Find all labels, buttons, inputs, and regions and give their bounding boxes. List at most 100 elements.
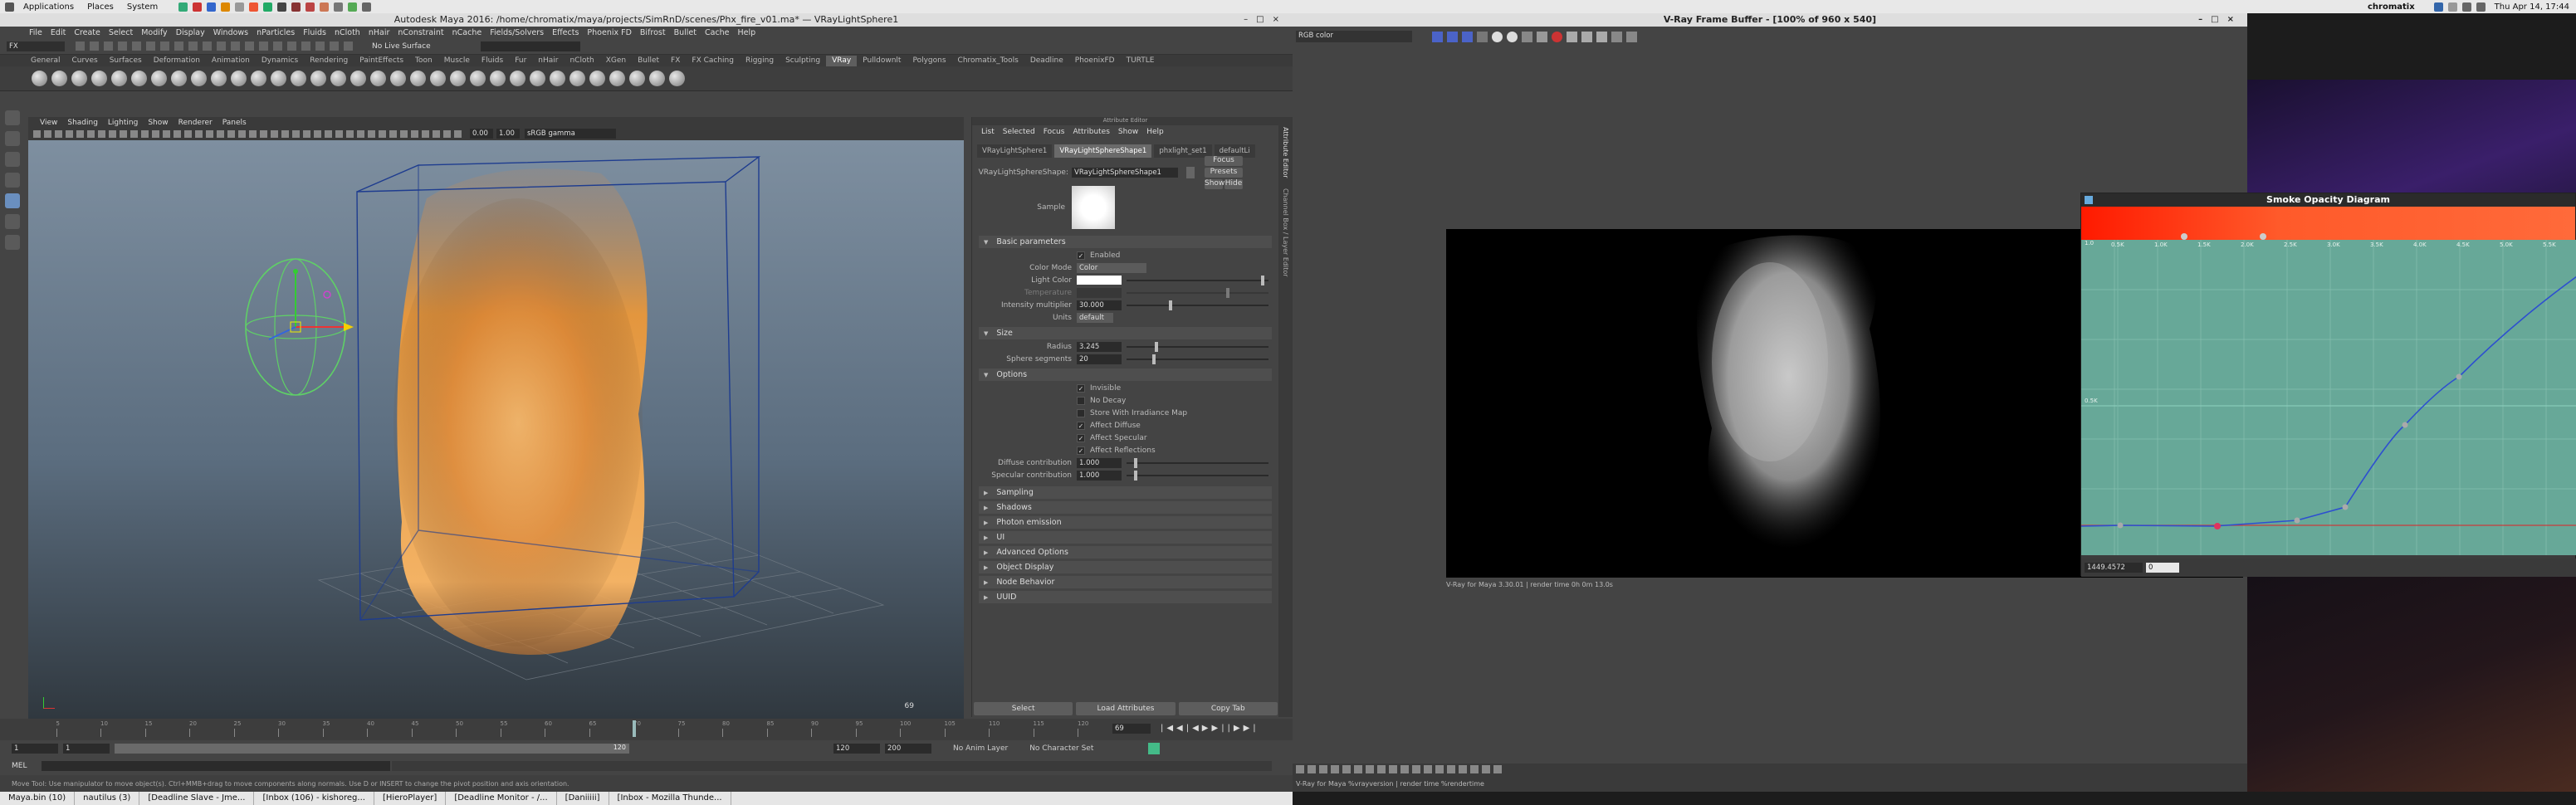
ae-tab[interactable]: phxlight_set1 [1154,144,1212,158]
section-uuid[interactable]: UUID [979,591,1272,603]
shelf-tab-polygons[interactable]: Polygons [907,56,951,66]
vray-bottom-icons[interactable] [1296,765,1502,773]
x-coordinate-field[interactable]: 1449.4572 [2085,563,2143,573]
shelf-tab-bullet[interactable]: Bullet [632,56,665,66]
options-section[interactable]: Options [979,368,1272,381]
option-checkbox[interactable] [1077,396,1085,405]
section-sampling[interactable]: Sampling [979,486,1272,499]
diffuse-slider[interactable] [1127,457,1268,468]
end-frame-field[interactable]: 200 [885,744,931,754]
temperature-field[interactable] [1077,287,1122,298]
places-menu[interactable]: Places [81,2,120,12]
range-start-field[interactable]: 1 [63,744,110,754]
shelf-tab-general[interactable]: General [25,56,66,66]
menu-effects[interactable]: Effects [548,28,583,37]
intensity-field[interactable]: 30.000 [1077,300,1122,310]
section-shadows[interactable]: Shadows [979,501,1272,514]
anim-layer-dropdown[interactable]: No Anim Layer [953,744,1008,753]
taskbar-item[interactable]: [Inbox - Mozilla Thunde... [609,792,731,805]
launcher-icon[interactable] [320,2,330,12]
live-surface-label[interactable]: No Live Surface [372,42,431,51]
menu-create[interactable]: Create [70,28,105,37]
ae-menu-focus[interactable]: Focus [1039,128,1069,136]
menu-ncloth[interactable]: nCloth [330,28,364,37]
viewport-menu-shading[interactable]: Shading [62,119,103,127]
menu-nparticles[interactable]: nParticles [252,28,299,37]
shelf-tab-nhair[interactable]: nHair [532,56,564,66]
enabled-checkbox[interactable]: ✓ [1077,251,1085,260]
ae-tab[interactable]: VRayLightSphereShape1 [1054,144,1152,158]
user-name[interactable]: chromatix [2368,2,2415,12]
ae-menu-attributes[interactable]: Attributes [1068,128,1113,136]
taskbar-item[interactable]: [Deadline Monitor - /... [446,792,557,805]
gradient-handle[interactable] [2260,233,2266,240]
key-icon[interactable] [1148,743,1161,754]
window-controls[interactable]: –□× [1244,13,1288,27]
vray-toolbar-icons[interactable] [1432,31,1637,42]
temperature-slider[interactable] [1127,287,1268,298]
intensity-slider[interactable] [1127,300,1268,310]
copy-tab-button[interactable]: Copy Tab [1178,702,1278,715]
radius-field[interactable]: 3.245 [1077,341,1122,352]
show-button[interactable]: Show [1205,179,1224,189]
section-ui[interactable]: UI [979,531,1272,544]
mel-input[interactable] [42,761,390,771]
shelf-tab-surfaces[interactable]: Surfaces [104,56,148,66]
presets-button[interactable]: Presets [1205,168,1243,178]
specular-field[interactable]: 1.000 [1077,470,1122,481]
viewport-menu-lighting[interactable]: Lighting [103,119,143,127]
status-icons[interactable] [73,41,355,51]
size-section[interactable]: Size [979,327,1272,339]
gnome-foot-icon[interactable] [5,2,14,12]
y-coordinate-field[interactable]: 0 [2146,563,2179,573]
shelf-tab-curves[interactable]: Curves [66,56,103,66]
ae-menu-help[interactable]: Help [1142,128,1168,136]
gradient-handle[interactable] [2181,233,2187,240]
current-frame-field[interactable]: 69 [1112,724,1151,734]
shelf-tab-fxcaching[interactable]: FX Caching [686,56,740,66]
menu-file[interactable]: File [25,28,46,37]
section-nodebehavior[interactable]: Node Behavior [979,576,1272,588]
shelf-tab-ncloth[interactable]: nCloth [564,56,599,66]
character-set-dropdown[interactable]: No Character Set [1029,744,1093,753]
taskbar-item[interactable]: [Daniiiii] [557,792,609,805]
channel-dropdown[interactable]: RGB color [1296,31,1412,42]
light-color-swatch[interactable] [1077,276,1122,285]
select-button[interactable]: Select [974,702,1073,715]
shelf-tab-painteffects[interactable]: PaintEffects [354,56,409,66]
option-checkbox[interactable]: ✓ [1077,446,1085,455]
exposure-field[interactable]: 0.00 [470,129,493,139]
launcher-icon[interactable] [249,2,259,12]
menu-cache[interactable]: Cache [701,28,734,37]
shelf-tab-fluids[interactable]: Fluids [476,56,509,66]
section-photonemission[interactable]: Photon emission [979,516,1272,529]
diffuse-field[interactable]: 1.000 [1077,457,1122,468]
ae-tab[interactable]: VRayLightSphere1 [977,144,1053,158]
segments-field[interactable]: 20 [1077,354,1122,364]
shape-name-field[interactable]: VRayLightSphereShape1 [1072,168,1178,178]
side-tab-channel-box[interactable]: Channel Box / Layer Editor [1282,188,1289,277]
option-checkbox[interactable]: ✓ [1077,433,1085,442]
menu-fluids[interactable]: Fluids [299,28,330,37]
option-checkbox[interactable] [1077,408,1085,417]
range-slider[interactable]: 120 [115,744,629,754]
ae-menu-list[interactable]: List [977,128,999,136]
menu-nconstraint[interactable]: nConstraint [393,28,447,37]
menu-bifrost[interactable]: Bifrost [636,28,670,37]
menu-nhair[interactable]: nHair [364,28,394,37]
taskbar-item[interactable]: [Deadline Slave - Jme... [139,792,255,805]
3d-viewport[interactable]: 69 [28,140,964,719]
shelf-tab-sculpting[interactable]: Sculpting [780,56,826,66]
opacity-curve-graph[interactable]: 0.5K 1.0K 1.5K 2.0K 2.5K 3.0K 3.5K 4.0K 4.5K 5.0K… [2080,240,2576,555]
network-icon[interactable] [2461,2,2471,12]
shelf-tab-deformation[interactable]: Deformation [148,56,206,66]
ae-menu-show[interactable]: Show [1114,128,1142,136]
menu-display[interactable]: Display [172,28,209,37]
shelf-tab-muscle[interactable]: Muscle [438,56,476,66]
shelf-tab-phoenixfd[interactable]: PhoenixFD [1069,56,1121,66]
launcher-icon[interactable] [235,2,245,12]
taskbar-item[interactable]: Maya.bin (10) [0,792,76,805]
units-dropdown[interactable]: default [1077,312,1113,323]
shelf-tab-xgen[interactable]: XGen [600,56,632,66]
tray-icon[interactable] [2447,2,2457,12]
